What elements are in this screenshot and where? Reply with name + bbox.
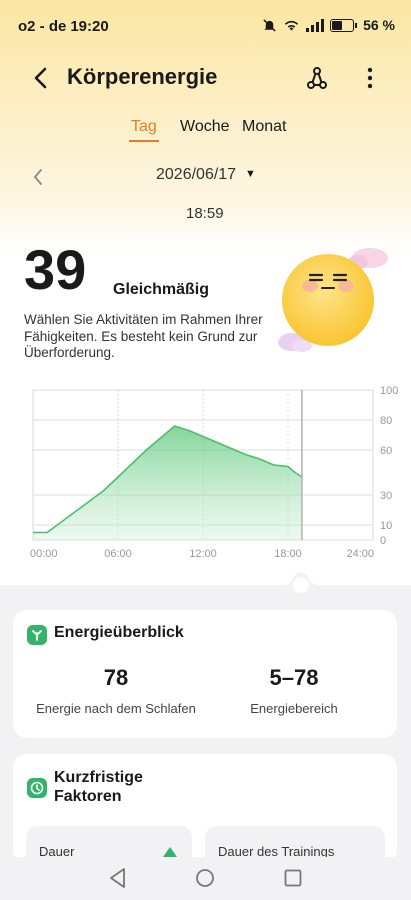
system-back-icon[interactable] [108,867,128,889]
signal-icon [306,18,325,32]
mute-icon [263,18,276,32]
y-tick-label: 80 [380,415,392,427]
energy-overview-card: Energieüberblick 78 Energie nach dem Sch… [13,610,397,738]
top-navigation: Körperenergie [0,52,411,104]
share-icon[interactable] [303,64,331,92]
y-tick-label: 100 [380,385,398,397]
system-home-icon[interactable] [195,868,215,888]
battery-icon [330,18,355,32]
clock-icon [27,778,47,798]
x-tick-label: 12:00 [189,548,217,560]
x-tick-label: 18:00 [274,548,302,560]
after-sleep-value: 78 [103,665,129,690]
previous-date-icon[interactable] [30,167,46,187]
date-label[interactable]: 2026/06/17 [156,166,236,184]
range-value: 5–78 [269,665,319,690]
energy-value: 39 [24,238,87,301]
energy-status: Gleichmäßig [113,281,210,298]
page-title: Körperenergie [67,64,218,89]
selected-time: 18:59 [186,205,224,222]
period-tabs: Tag Woche Monat [0,118,411,148]
chevron-down-icon[interactable]: ▼ [245,168,256,180]
battery-percent: 56 % [363,17,395,33]
clock: 19:20 [70,18,109,35]
factors-title: Kurzfristige Faktoren [54,769,143,805]
back-button[interactable] [28,64,56,92]
system-navigation-bar [0,857,411,900]
range-stat: 5–78 Energiebereich [204,665,384,716]
after-sleep-stat: 78 Energie nach dem Schlafen [26,665,206,716]
short-term-factors-card: Kurzfristige Faktoren Dauer Dauer des Tr… [13,754,397,886]
y-tick-label: 10 [380,520,392,532]
energy-chart: 10080603010000:00 06:00 12:00 18:00 24:00 [30,385,398,560]
energy-area [33,426,302,540]
date-selector: 2026/06/17 ▼ [0,165,411,189]
x-tick-label: 06:00 [104,548,132,560]
tab-day[interactable]: Tag [129,118,159,142]
wifi-icon [284,20,299,31]
x-tick-label: 00:00 [30,548,58,560]
y-tick-label: 60 [380,445,392,457]
y-tick-label: 30 [380,490,392,502]
carrier-label: o2 - de [18,18,67,35]
x-tick-label: 24:00 [346,548,374,560]
status-icons: 56 % [262,17,395,33]
chart-handle [283,572,319,598]
overview-title: Energieüberblick [54,624,184,641]
status-left: o2 - de 19:20 [18,18,109,35]
tab-month[interactable]: Monat [242,118,286,136]
tab-week[interactable]: Woche [180,118,230,136]
more-options-icon[interactable] [360,64,380,92]
energy-leaf-icon [27,625,47,645]
system-recents-icon[interactable] [284,869,302,887]
energy-description: Wählen Sie Aktivitäten im Rahmen Ihrer F… [24,312,263,360]
after-sleep-label: Energie nach dem Schlafen [36,701,196,716]
status-bar: o2 - de 19:20 56 % [0,0,411,52]
energy-mascot-icon [278,248,388,352]
range-label: Energiebereich [250,701,338,716]
y-tick-label: 0 [380,535,386,547]
